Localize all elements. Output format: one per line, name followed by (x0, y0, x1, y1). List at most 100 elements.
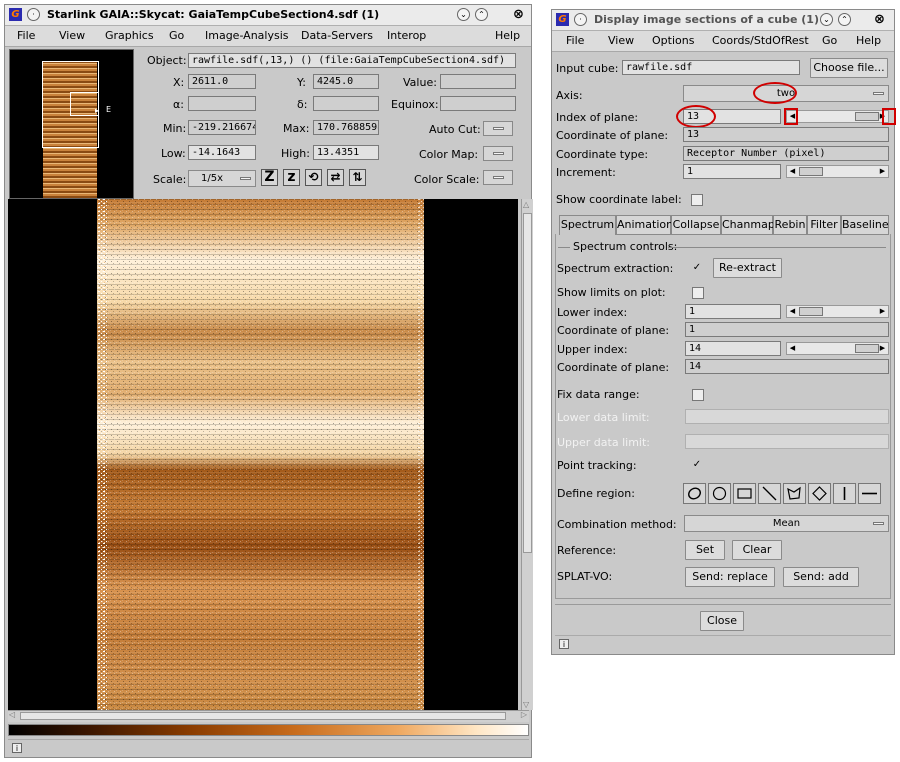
scroll-thumb-vertical[interactable] (523, 213, 532, 553)
menu-image-analysis[interactable]: Image-Analysis (205, 29, 289, 42)
fix-range-checkbox[interactable] (692, 389, 704, 401)
menu-go[interactable]: Go (822, 34, 837, 47)
show-coord-checkbox[interactable] (691, 194, 703, 206)
image-vertical-scrollbar[interactable]: △ ▽ (521, 199, 533, 710)
upper-slider-right-icon[interactable]: ▶ (878, 344, 887, 353)
zoom-out-button[interactable]: z (283, 169, 300, 186)
spectrum-extraction-checkbox[interactable]: ✓ (692, 263, 702, 273)
autocut-menu[interactable] (483, 121, 513, 136)
upper-index-slider[interactable]: ◀ ▶ (786, 342, 889, 355)
tab-spectrum[interactable]: Spectrum (559, 215, 616, 235)
window-menu-icon[interactable]: · (27, 8, 40, 21)
region-polygon-button[interactable] (783, 483, 806, 504)
lower-slider-right-icon[interactable]: ▶ (878, 307, 887, 316)
send-add-button[interactable]: Send: add (783, 567, 859, 587)
horizontal-line-icon (862, 492, 877, 495)
window-menu-icon[interactable]: · (574, 13, 587, 26)
index-slider[interactable]: ◀ ▶ (786, 110, 889, 123)
low-field[interactable]: -14.1643 (188, 145, 256, 160)
menu-coords[interactable]: Coords/StdOfRest (712, 34, 809, 47)
image-canvas[interactable]: △ ▽ (8, 199, 533, 710)
reference-clear-button[interactable]: Clear (732, 540, 782, 560)
panner-frame[interactable]: ▸ E (9, 49, 134, 199)
increment-slider[interactable]: ◀ ▶ (786, 165, 889, 178)
compass-arrow-icon: ▸ (95, 106, 100, 115)
reextract-button[interactable]: Re-extract (713, 258, 782, 278)
scale-menu[interactable]: 1/5x (188, 170, 256, 187)
tab-animation[interactable]: Animation (616, 215, 673, 235)
tab-baseline[interactable]: Baseline (841, 215, 889, 235)
region-circle-button[interactable] (708, 483, 731, 504)
menu-help[interactable]: Help (856, 34, 881, 47)
line-icon (762, 486, 777, 501)
combination-menu[interactable]: Mean (684, 515, 889, 532)
info-icon[interactable]: i (12, 743, 22, 753)
alpha-label: α: (173, 98, 184, 111)
region-rectangle-button[interactable] (733, 483, 756, 504)
zoom-in-button[interactable]: Z (261, 169, 278, 186)
index-slider-thumb[interactable] (855, 112, 879, 121)
menu-file[interactable]: File (17, 29, 35, 42)
upper-slider-thumb[interactable] (855, 344, 879, 353)
tab-filter[interactable]: Filter (807, 215, 841, 235)
maximize-icon[interactable]: ⌃ (838, 13, 851, 26)
menu-interop[interactable]: Interop (387, 29, 426, 42)
maximize-icon[interactable]: ⌃ (475, 8, 488, 21)
scroll-down-icon[interactable]: ▽ (523, 700, 529, 709)
choose-file-button[interactable]: Choose file... (810, 58, 888, 78)
menu-view[interactable]: View (608, 34, 634, 47)
rotate-button[interactable]: ⟲ (305, 169, 322, 186)
image-horizontal-scrollbar[interactable]: ◁ ▷ (8, 710, 529, 722)
flip-x-button[interactable]: ⇄ (327, 169, 344, 186)
lower-slider-left-icon[interactable]: ◀ (788, 307, 797, 316)
send-replace-button[interactable]: Send: replace (685, 567, 775, 587)
flip-y-button[interactable]: ⇅ (349, 169, 366, 186)
skycat-titlebar[interactable]: G · Starlink GAIA::Skycat: GaiaTempCubeS… (5, 5, 531, 26)
menu-help[interactable]: Help (495, 29, 520, 42)
reference-set-button[interactable]: Set (685, 540, 725, 560)
menu-file[interactable]: File (566, 34, 584, 47)
colorbar[interactable] (8, 724, 529, 736)
upper-index-field[interactable]: 14 (685, 341, 781, 356)
region-ellipse-button[interactable] (683, 483, 706, 504)
show-limits-checkbox[interactable] (692, 287, 704, 299)
increment-slider-thumb[interactable] (799, 167, 823, 176)
input-cube-field[interactable]: rawfile.sdf (622, 60, 800, 75)
increment-field[interactable]: 1 (683, 164, 781, 179)
colorscale-menu[interactable] (483, 170, 513, 185)
increment-slider-left-icon[interactable]: ◀ (788, 167, 797, 176)
upper-slider-left-icon[interactable]: ◀ (788, 344, 797, 353)
scroll-up-icon[interactable]: △ (523, 200, 529, 209)
cube-titlebar[interactable]: G · Display image sections of a cube (1)… (552, 10, 894, 31)
menu-go[interactable]: Go (169, 29, 184, 42)
close-icon[interactable]: ⊗ (513, 7, 524, 22)
region-line-button[interactable] (758, 483, 781, 504)
menu-graphics[interactable]: Graphics (105, 29, 154, 42)
close-icon[interactable]: ⊗ (874, 12, 885, 27)
lower-index-slider[interactable]: ◀ ▶ (786, 305, 889, 318)
region-rotbox-button[interactable] (808, 483, 831, 504)
scroll-left-icon[interactable]: ◁ (9, 710, 15, 719)
lower-slider-thumb[interactable] (799, 307, 823, 316)
region-vertical-line-button[interactable] (833, 483, 856, 504)
menu-data-servers[interactable]: Data-Servers (301, 29, 373, 42)
colormap-menu[interactable] (483, 146, 513, 161)
min-label: Min: (163, 122, 187, 135)
tab-rebin[interactable]: Rebin (773, 215, 807, 235)
menu-options[interactable]: Options (652, 34, 694, 47)
scroll-right-icon[interactable]: ▷ (521, 710, 527, 719)
menu-view[interactable]: View (59, 29, 85, 42)
region-horizontal-line-button[interactable] (858, 483, 881, 504)
tab-chanmap[interactable]: Chanmap (721, 215, 775, 235)
minimize-icon[interactable]: ⌄ (820, 13, 833, 26)
increment-slider-right-icon[interactable]: ▶ (878, 167, 887, 176)
rectangle-icon (737, 488, 752, 499)
point-tracking-checkbox[interactable]: ✓ (692, 460, 702, 470)
tab-collapse[interactable]: Collapse (671, 215, 721, 235)
high-field[interactable]: 13.4351 (313, 145, 379, 160)
scroll-thumb-horizontal[interactable] (20, 712, 506, 720)
lower-index-field[interactable]: 1 (685, 304, 781, 319)
minimize-icon[interactable]: ⌄ (457, 8, 470, 21)
close-button[interactable]: Close (700, 611, 744, 631)
info-icon[interactable]: i (559, 639, 569, 649)
